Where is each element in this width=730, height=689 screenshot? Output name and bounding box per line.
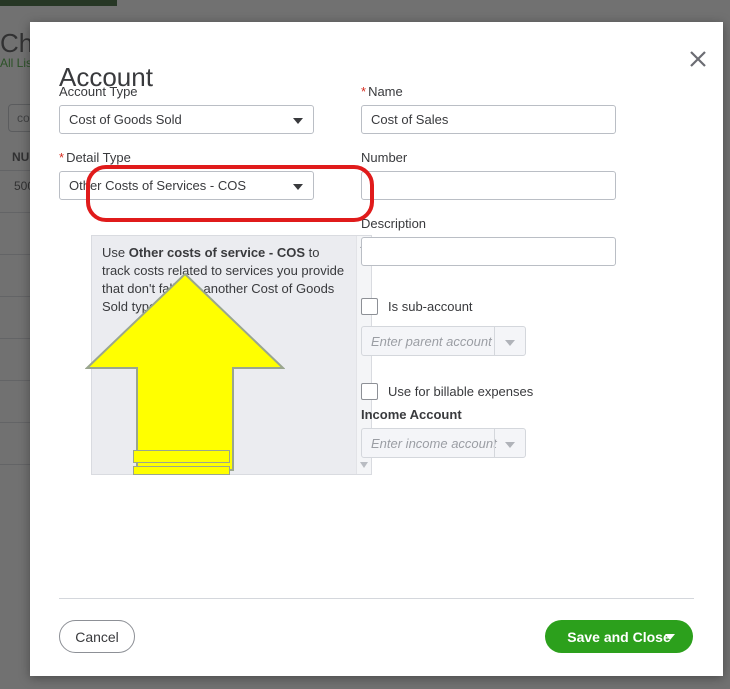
name-value: Cost of Sales xyxy=(371,112,449,127)
detail-type-select[interactable]: Other Costs of Services - COS xyxy=(59,171,314,200)
number-field[interactable] xyxy=(361,171,616,200)
description-label-text: Description xyxy=(361,216,427,231)
name-field[interactable]: Cost of Sales xyxy=(361,105,616,134)
income-account-placeholder: Enter income account xyxy=(371,436,497,451)
name-label: * Name xyxy=(361,84,661,100)
detail-type-value: Other Costs of Services - COS xyxy=(69,178,246,193)
parent-account-placeholder: Enter parent account xyxy=(371,334,492,349)
detail-type-label-text: Detail Type xyxy=(66,150,131,165)
form-left-column: Account Type Cost of Goods Sold * Detail … xyxy=(59,84,354,200)
form-right-column: * Name Cost of Sales Number Description I… xyxy=(361,84,661,458)
footer-divider xyxy=(59,598,694,599)
income-account-label: Income Account xyxy=(361,407,661,423)
number-label-text: Number xyxy=(361,150,408,165)
detail-type-help-panel: Use Other costs of service - COS to trac… xyxy=(91,235,372,475)
chevron-down-icon xyxy=(293,184,303,190)
save-and-close-label: Save and Close xyxy=(567,628,671,645)
account-type-value: Cost of Goods Sold xyxy=(69,112,182,127)
is-sub-account-label: Is sub-account xyxy=(388,299,473,314)
required-marker: * xyxy=(361,84,367,99)
income-account-label-text: Income Account xyxy=(361,407,462,422)
cancel-button[interactable]: Cancel xyxy=(59,620,135,653)
chevron-down-icon xyxy=(505,340,515,346)
chevron-down-icon[interactable] xyxy=(665,634,675,640)
use-for-billable-expenses-row[interactable]: Use for billable expenses xyxy=(361,383,661,400)
detail-type-help-text: Use Other costs of service - COS to trac… xyxy=(102,244,347,316)
divider xyxy=(494,327,495,355)
required-marker: * xyxy=(59,150,65,165)
description-field[interactable] xyxy=(361,237,616,266)
help-text-before: Use xyxy=(102,245,129,260)
save-and-close-button[interactable]: Save and Close xyxy=(545,620,693,653)
account-type-label: Account Type xyxy=(59,84,354,100)
account-modal: Account Account Type Cost of Goods Sold … xyxy=(30,22,723,676)
chevron-down-icon xyxy=(505,442,515,448)
help-text-bold: Other costs of service - COS xyxy=(128,245,306,260)
caret-down-icon[interactable] xyxy=(360,462,368,468)
income-account-select[interactable]: Enter income account xyxy=(361,428,526,458)
use-for-billable-expenses-checkbox[interactable] xyxy=(361,383,378,400)
is-sub-account-checkbox[interactable] xyxy=(361,298,378,315)
divider xyxy=(494,429,495,457)
description-label: Description xyxy=(361,216,661,232)
account-type-label-text: Account Type xyxy=(59,84,138,99)
parent-account-select[interactable]: Enter parent account xyxy=(361,326,526,356)
chevron-down-icon xyxy=(293,118,303,124)
close-icon[interactable] xyxy=(683,44,713,74)
use-for-billable-expenses-label: Use for billable expenses xyxy=(388,384,534,399)
detail-type-label: * Detail Type xyxy=(59,150,354,166)
is-sub-account-row[interactable]: Is sub-account xyxy=(361,298,661,315)
number-label: Number xyxy=(361,150,661,166)
account-type-select[interactable]: Cost of Goods Sold xyxy=(59,105,314,134)
name-label-text: Name xyxy=(368,84,403,99)
